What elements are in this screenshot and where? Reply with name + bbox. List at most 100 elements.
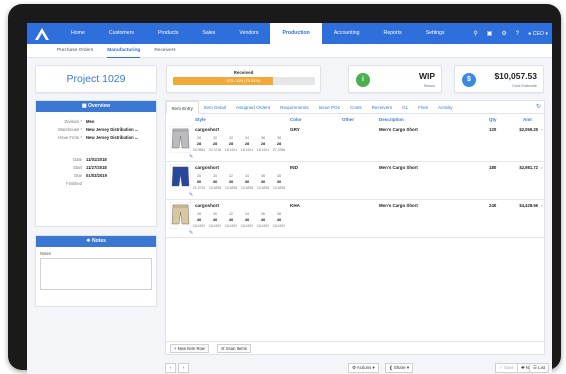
status-value: WIP	[418, 71, 435, 81]
help-icon[interactable]: ?	[516, 31, 519, 37]
overview-key: Issue From *	[58, 135, 82, 140]
item-color[interactable]: IND	[290, 165, 298, 170]
item-amount: $2,981.72	[519, 165, 538, 170]
nav-production[interactable]: Production	[270, 23, 322, 44]
main-menu: Home Customers Products Sales Vendors Pr…	[59, 23, 456, 44]
item-description: Men's Cargo Short	[379, 165, 418, 170]
size-cost-cell: 18.4191	[240, 148, 254, 152]
item-description: Men's Cargo Short	[379, 203, 418, 208]
gear-icon[interactable]: ⚙	[501, 30, 506, 37]
bottom-toolbar: ‹ › ⚙ Actions ▾ ❮ Share ▾ ✓ Save ✚ New	[165, 362, 545, 374]
overview-value: 11/01/2018	[86, 157, 107, 162]
subnav-purchase-orders[interactable]: Purchase Orders	[57, 44, 93, 58]
tab-assigned-orders[interactable]: Assigned Orders	[231, 101, 275, 114]
refresh-icon[interactable]: ↻	[536, 101, 541, 114]
gift-icon[interactable]: ▣	[487, 30, 493, 37]
tab-gl[interactable]: GL	[397, 101, 413, 114]
shorts-thumbnail	[170, 126, 191, 153]
app-logo[interactable]	[27, 23, 57, 44]
prev-button[interactable]: ‹	[165, 363, 176, 373]
col-qty[interactable]: Qty	[489, 117, 497, 122]
new-item-row-button[interactable]: + New Item Row	[170, 344, 209, 353]
size-cost-cell: 18.4191	[208, 224, 222, 228]
list-button[interactable]: ☰ List	[529, 363, 549, 373]
received-progress-bar: 373 / 529 (70.51%)	[172, 77, 315, 85]
pencil-icon[interactable]: ✎	[189, 230, 193, 236]
col-color[interactable]: Color	[290, 117, 302, 122]
new-item-row-label: New Item Row	[177, 346, 205, 351]
user-menu[interactable]: ● CEO ▾	[528, 31, 548, 37]
tab-issue-pos[interactable]: Issue POs	[314, 101, 345, 114]
next-button[interactable]: ›	[178, 363, 189, 373]
item-qty: 180	[489, 165, 497, 170]
overview-row-division[interactable]: Division * Men	[36, 118, 156, 125]
nav-products[interactable]: Products	[146, 23, 190, 44]
tab-costs[interactable]: Costs	[345, 101, 367, 114]
pencil-icon[interactable]: ✎	[189, 154, 193, 160]
cost-value: $10,057.53	[494, 71, 537, 81]
item-color[interactable]: GRY	[290, 127, 300, 132]
size-grid: 28 30 32 34 36 38 30 30 30 30 30 30 21.9720 15.4836 15…	[191, 173, 287, 191]
overview-key: Due	[74, 173, 82, 178]
scan-items-button[interactable]: ☰ Scan Items	[217, 344, 251, 353]
remove-icon[interactable]: ×	[541, 127, 543, 132]
sub-navigation: Purchase Orders Manufacturing Receivers	[27, 44, 552, 58]
cost-label: Cost Estimate	[512, 83, 537, 88]
table-row[interactable]: ✎ cargoshort GRY Men's Cargo Short 120 $2,059…	[166, 125, 544, 162]
nav-sales[interactable]: Sales	[190, 23, 227, 44]
overview-row-date[interactable]: Date 11/01/2018	[36, 156, 156, 163]
overview-key: Start	[73, 165, 82, 170]
search-icon[interactable]: ⚲	[473, 30, 477, 37]
remove-icon[interactable]: ×	[541, 165, 543, 170]
item-style[interactable]: cargoshort	[195, 203, 219, 208]
overview-row-start[interactable]: Start 11/27/2018	[36, 164, 156, 171]
item-style[interactable]: cargoshort	[195, 127, 219, 132]
size-cost-cell: 27.2256	[272, 148, 286, 152]
size-cost-cell: 18.4191	[256, 148, 270, 152]
nav-home[interactable]: Home	[59, 23, 97, 44]
size-cost-cell: 15.4836	[272, 186, 286, 190]
col-style[interactable]: Style	[195, 117, 206, 122]
save-button[interactable]: ✓ Save	[495, 363, 518, 373]
list-label: List	[538, 365, 545, 370]
nav-customers[interactable]: Customers	[97, 23, 146, 44]
remove-icon[interactable]: ×	[541, 203, 543, 208]
status-card: i WIP Status	[348, 65, 442, 93]
overview-row-due[interactable]: Due 01/03/2019	[36, 172, 156, 179]
save-label: Save	[503, 365, 514, 370]
notes-label: Notes	[40, 251, 51, 256]
overview-row-warehouse[interactable]: Warehouse * New Jersey Distribution ...	[36, 126, 156, 133]
nav-settings[interactable]: Settings	[414, 23, 457, 44]
table-row[interactable]: ✎ cargoshort IND Men's Cargo Short 180 $2,981…	[166, 163, 544, 200]
tab-activity[interactable]: Activity	[433, 101, 458, 114]
col-description[interactable]: Description	[379, 117, 404, 122]
share-button[interactable]: ❮ Share ▾	[385, 363, 414, 373]
item-amount: $2,059.25	[519, 127, 538, 132]
overview-row-issue-from[interactable]: Issue From * New Jersey Distribution ...	[36, 134, 156, 141]
notes-textarea[interactable]	[40, 258, 152, 290]
col-other[interactable]: Other	[342, 117, 354, 122]
tab-requirements[interactable]: Requirements	[275, 101, 314, 114]
size-cost-row: 21.9720 15.4836 15.4836 15.4836 15.4836 15.48…	[191, 185, 287, 191]
item-style[interactable]: cargoshort	[195, 165, 219, 170]
tab-receivers[interactable]: Receivers	[367, 101, 397, 114]
item-color[interactable]: KHA	[290, 203, 300, 208]
nav-reports[interactable]: Reports	[372, 23, 414, 44]
tab-item-detail[interactable]: Item Detail	[199, 101, 231, 114]
tab-files[interactable]: Files	[413, 101, 433, 114]
overview-row-finished[interactable]: Finished	[36, 180, 156, 187]
pencil-icon[interactable]: ✎	[189, 192, 193, 198]
subnav-manufacturing[interactable]: Manufacturing	[107, 44, 141, 58]
subnav-receivers[interactable]: Receivers	[154, 44, 175, 58]
user-name: CEO	[532, 30, 544, 37]
nav-vendors[interactable]: Vendors	[227, 23, 270, 44]
top-navigation: Home Customers Products Sales Vendors Pr…	[27, 23, 552, 44]
nav-accounting[interactable]: Accounting	[322, 23, 372, 44]
size-cost-cell: 15.4836	[240, 186, 254, 190]
table-row[interactable]: ✎ cargoshort KHA Men's Cargo Short 240 $4,428…	[166, 201, 544, 238]
tab-item-entry[interactable]: Item Entry	[166, 101, 199, 114]
overview-key: Warehouse *	[57, 127, 82, 132]
actions-button[interactable]: ⚙ Actions ▾	[348, 363, 379, 373]
col-amount[interactable]: Amt	[523, 117, 532, 122]
size-grid: 28 30 32 34 36 38 40 40 40 40 40 40 18.4191 18.4191 18…	[191, 211, 287, 229]
